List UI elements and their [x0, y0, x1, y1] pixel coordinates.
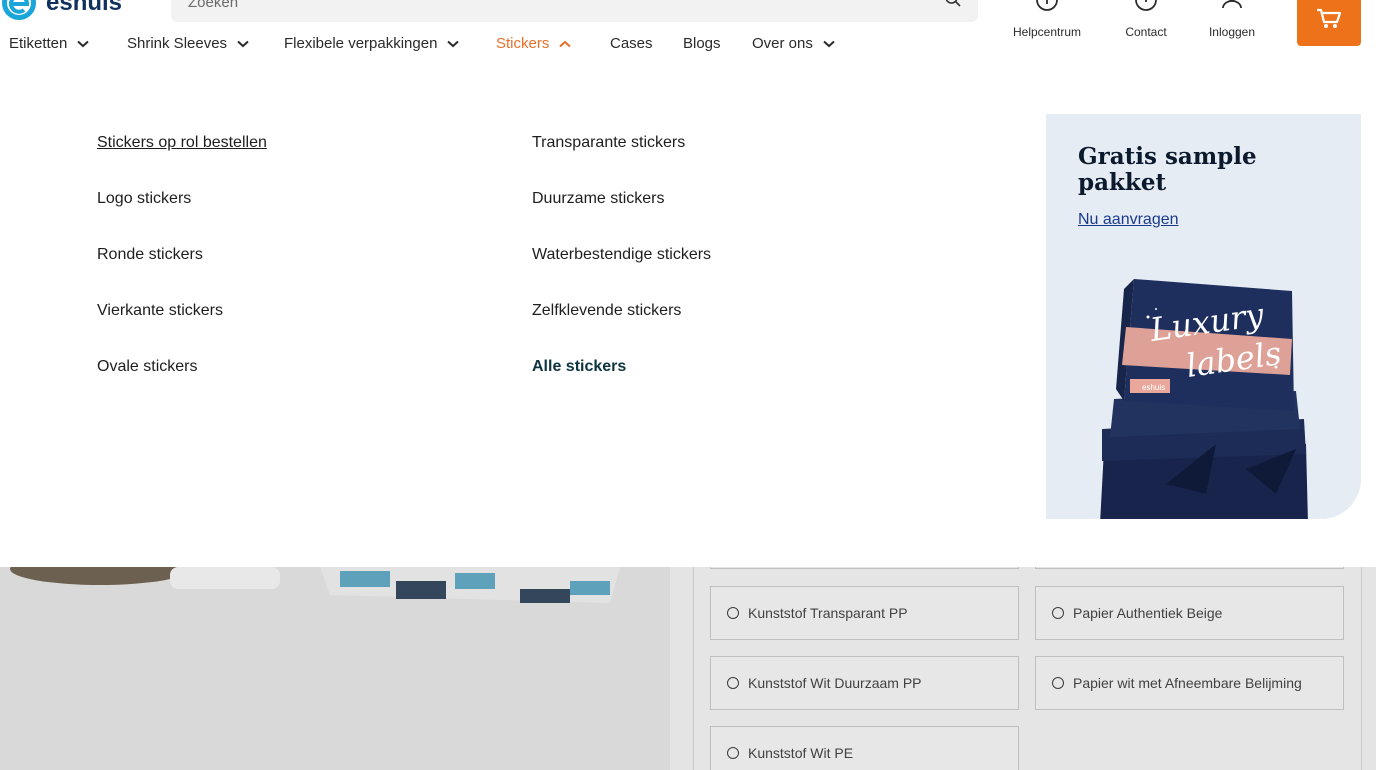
nav-item-etiketten[interactable]: Etiketten: [9, 35, 90, 52]
info-circle-icon: [1135, 0, 1157, 11]
material-option-label: Kunststof Wit Duurzaam PP: [748, 675, 922, 691]
login-label: Inloggen: [1208, 25, 1256, 39]
nav-item-label: Cases: [610, 35, 653, 52]
nav-item-label: Blogs: [683, 35, 721, 52]
material-option-label: Papier wit met Afneembare Belijming: [1073, 675, 1302, 691]
eshuis-logo[interactable]: eshuis: [0, 0, 130, 20]
menu-link-ronde-stickers[interactable]: Ronde stickers: [97, 246, 203, 264]
sample-box-image: Luxury labels eshuis: [1100, 279, 1308, 519]
nav-item-label: Etiketten: [9, 35, 68, 52]
search-input[interactable]: Zoeken: [188, 0, 238, 11]
product-photo: [0, 567, 670, 770]
nav-item-over-ons[interactable]: Over ons: [752, 35, 835, 52]
login-link[interactable]: Inloggen: [1187, 0, 1277, 39]
radio-button[interactable]: [1052, 607, 1064, 619]
chevron-down-icon: [77, 40, 90, 47]
nav-item-label: Stickers: [496, 35, 550, 52]
radio-button[interactable]: [727, 747, 739, 759]
radio-button[interactable]: [1052, 677, 1064, 689]
material-option[interactable]: Papier wit met Afneembare Belijming: [1035, 656, 1344, 710]
nav-item-blogs[interactable]: Blogs: [683, 35, 721, 52]
logo-wordmark: eshuis: [46, 0, 122, 16]
cart-icon: [1317, 8, 1342, 28]
material-option-label: Papier Authentiek Beige: [1073, 605, 1223, 621]
nav-item-label: Flexibele verpakkingen: [284, 35, 438, 52]
help-center-label: Helpcentrum: [1012, 25, 1082, 39]
nav-item-label: Over ons: [752, 35, 813, 52]
chevron-down-icon: [823, 40, 835, 47]
nav-item-label: Shrink Sleeves: [127, 35, 228, 52]
question-circle-icon: [1036, 0, 1058, 11]
material-option-label: Kunststof Wit PE: [748, 745, 854, 761]
nav-item-cases[interactable]: Cases: [610, 35, 653, 52]
search-icon[interactable]: [944, 0, 962, 8]
sample-pack-promo: Gratis sample pakket Nu aanvragen Luxury…: [1046, 114, 1361, 519]
help-center-link[interactable]: Helpcentrum: [1002, 0, 1092, 39]
radio-button[interactable]: [727, 607, 739, 619]
radio-button[interactable]: [727, 677, 739, 689]
chevron-down-icon: [237, 40, 249, 47]
menu-link-stickers-op-rol[interactable]: Stickers op rol bestellen: [97, 134, 267, 152]
contact-link[interactable]: Contact: [1101, 0, 1191, 39]
menu-link-duurzame-stickers[interactable]: Duurzame stickers: [532, 190, 664, 208]
menu-link-alle-stickers[interactable]: Alle stickers: [532, 358, 626, 376]
nav-item-flexibele-verpakkingen[interactable]: Flexibele verpakkingen: [284, 35, 460, 52]
chevron-down-icon: [447, 40, 460, 47]
page-content-dimmed: Kunststof Transparant PP Papier Authenti…: [0, 563, 1376, 770]
menu-link-zelfklevende-stickers[interactable]: Zelfklevende stickers: [532, 302, 681, 320]
menu-link-transparante-stickers[interactable]: Transparante stickers: [532, 134, 685, 152]
stickers-mega-menu: Stickers op rol bestellen Logo stickers …: [0, 80, 1376, 567]
menu-link-ovale-stickers[interactable]: Ovale stickers: [97, 358, 197, 376]
material-option[interactable]: Kunststof Wit PE: [710, 726, 1019, 770]
box-brand-text: eshuis: [1142, 383, 1165, 392]
promo-request-link[interactable]: Nu aanvragen: [1078, 211, 1179, 229]
nav-item-stickers[interactable]: Stickers: [496, 35, 572, 52]
cart-button[interactable]: [1297, 0, 1361, 46]
menu-link-waterbestendige-stickers[interactable]: Waterbestendige stickers: [532, 246, 711, 264]
material-options-panel: Kunststof Transparant PP Papier Authenti…: [693, 563, 1362, 770]
menu-link-vierkante-stickers[interactable]: Vierkante stickers: [97, 302, 223, 320]
menu-link-logo-stickers[interactable]: Logo stickers: [97, 190, 191, 208]
chevron-up-icon: [559, 40, 572, 47]
material-option-label: Kunststof Transparant PP: [748, 605, 908, 621]
contact-label: Contact: [1125, 25, 1167, 39]
search-bar[interactable]: Zoeken: [171, 0, 978, 22]
material-option[interactable]: Papier Authentiek Beige: [1035, 586, 1344, 640]
material-option[interactable]: Kunststof Transparant PP: [710, 586, 1019, 640]
promo-title: Gratis sample pakket: [1078, 143, 1257, 196]
site-header: eshuis Zoeken Helpcentrum Contact Inlogg…: [0, 0, 1376, 80]
nav-item-shrink-sleeves[interactable]: Shrink Sleeves: [127, 35, 249, 52]
user-icon: [1222, 0, 1242, 9]
material-option[interactable]: Kunststof Wit Duurzaam PP: [710, 656, 1019, 710]
